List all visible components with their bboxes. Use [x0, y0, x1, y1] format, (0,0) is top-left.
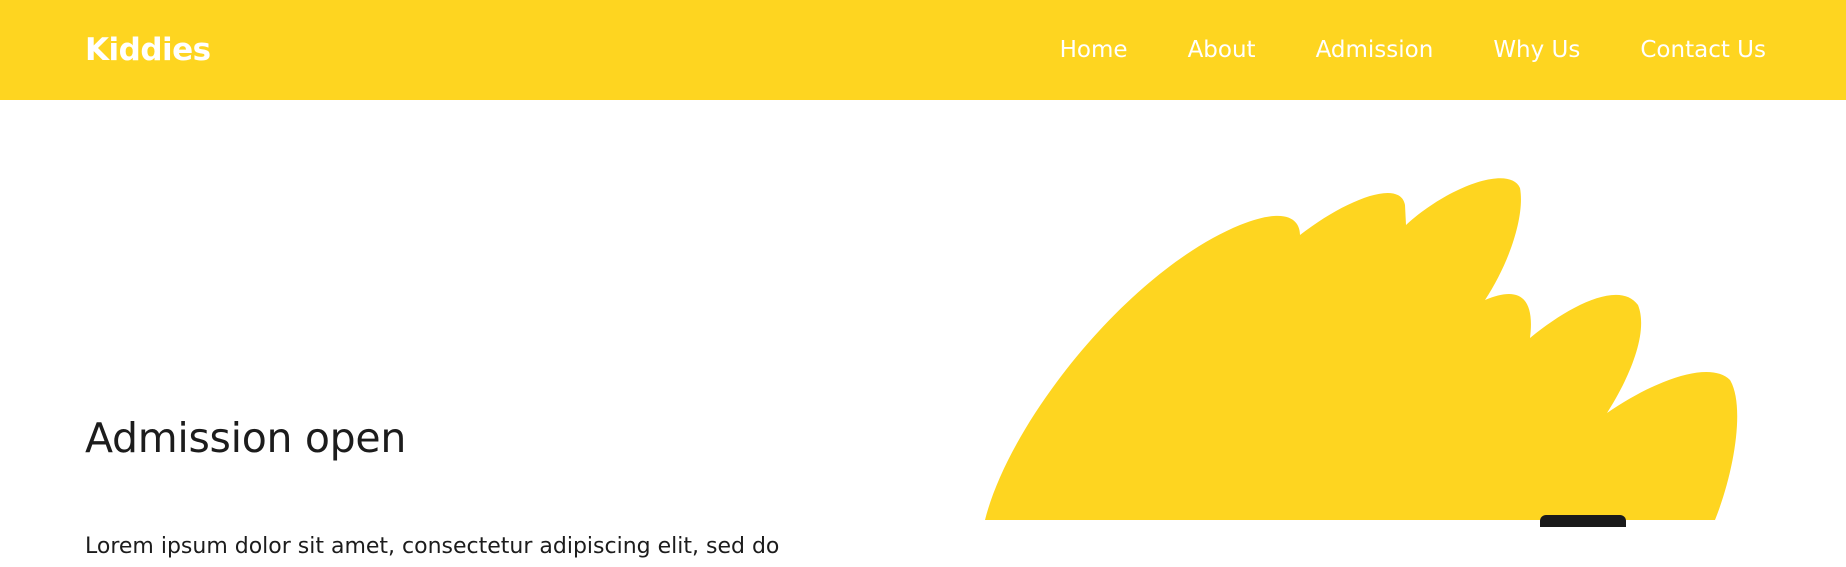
nav-link-about[interactable]: About — [1188, 30, 1256, 70]
main-nav: Home About Admission Why Us Contact Us — [1060, 30, 1766, 70]
nav-link-contact-us[interactable]: Contact Us — [1640, 30, 1766, 70]
top-navbar: Kiddies Home About Admission Why Us Cont… — [0, 0, 1846, 100]
nav-link-admission[interactable]: Admission — [1316, 30, 1434, 70]
brand-logo[interactable]: Kiddies — [85, 30, 211, 70]
page-title: Admission open — [85, 414, 407, 462]
image-edge — [1540, 515, 1626, 527]
nav-link-why-us[interactable]: Why Us — [1493, 30, 1580, 70]
nav-link-home[interactable]: Home — [1060, 30, 1128, 70]
hero-description: Lorem ipsum dolor sit amet, consectetur … — [85, 534, 780, 559]
